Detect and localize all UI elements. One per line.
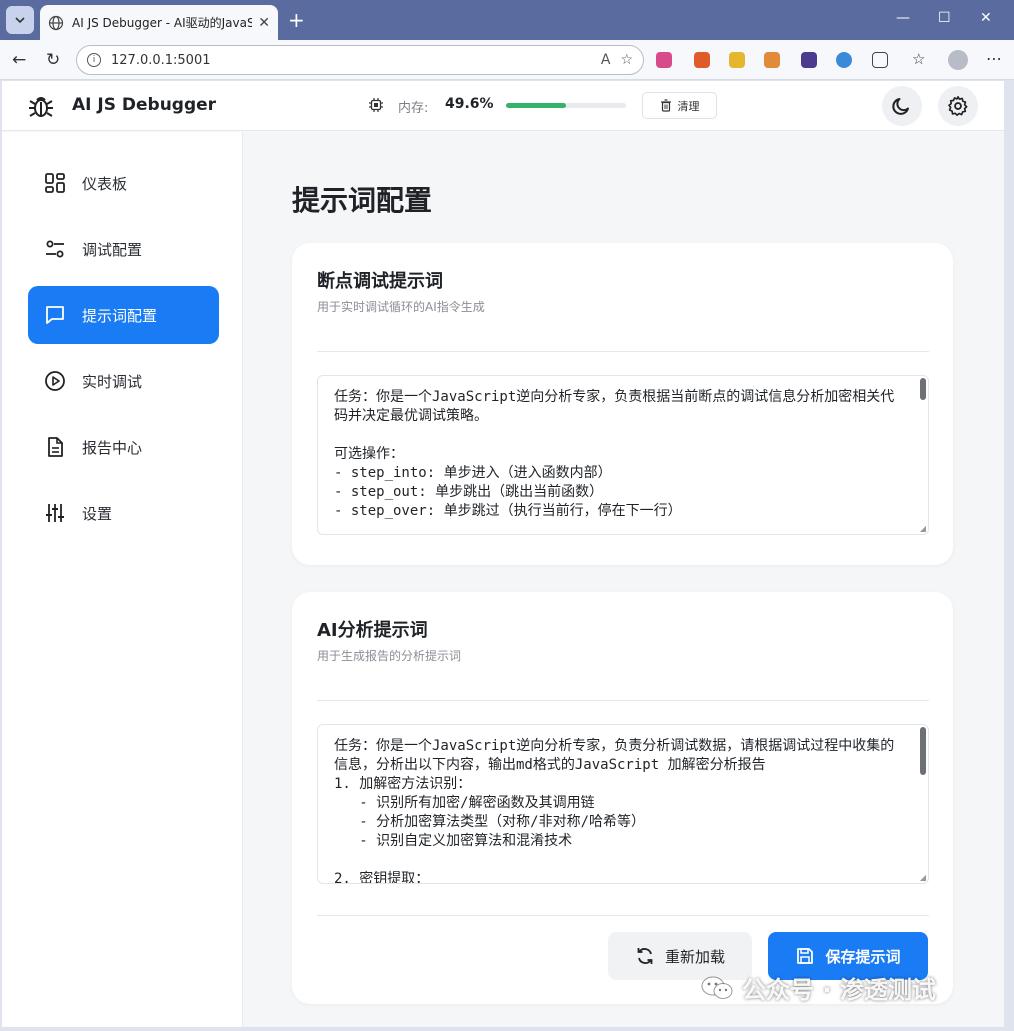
resize-handle-icon[interactable]: ◢	[920, 873, 926, 882]
extension-icon[interactable]	[729, 52, 745, 68]
info-icon[interactable]: i	[87, 53, 101, 67]
theme-toggle-button[interactable]	[882, 86, 922, 126]
card-subtitle: 用于生成报告的分析提示词	[317, 649, 462, 663]
profile-avatar[interactable]	[948, 50, 968, 70]
app-window: AI JS Debugger 内存: 49.6% 清理 仪表板 调试配置 提示词…	[2, 81, 1004, 1027]
wechat-icon	[701, 976, 733, 999]
save-label: 保存提示词	[825, 947, 901, 966]
browser-tab[interactable]: AI JS Debugger - AI驱动的JavaScr ✕	[40, 5, 278, 40]
refresh-icon[interactable]: ↻	[46, 50, 60, 70]
ai-analysis-prompt-card: AI分析提示词 用于生成报告的分析提示词 任务：你是一个JavaScript逆向…	[292, 592, 953, 1004]
globe-icon	[48, 15, 64, 30]
extension-icon[interactable]	[656, 52, 672, 68]
sidebar-item-label: 提示词配置	[82, 306, 158, 325]
minimize-icon[interactable]: —	[896, 10, 910, 26]
play-circle-icon	[45, 371, 65, 391]
settings-sliders-icon	[46, 504, 64, 522]
card-title: 断点调试提示词	[317, 271, 443, 292]
new-tab-button[interactable]: +	[288, 8, 305, 32]
page-title: 提示词配置	[292, 184, 433, 217]
maximize-icon[interactable]: ☐	[938, 10, 951, 26]
sidebar-item-prompt-config[interactable]: 提示词配置	[28, 286, 219, 344]
close-window-icon[interactable]: ✕	[980, 10, 992, 26]
watermark: 公众号 · 渗透测试	[700, 970, 936, 1005]
favorite-star-icon[interactable]: ☆	[620, 52, 633, 68]
sidebar-item-label: 仪表板	[82, 174, 128, 193]
clear-memory-label: 清理	[677, 99, 700, 113]
refresh-icon	[637, 948, 653, 964]
reload-label: 重新加载	[664, 947, 725, 966]
close-tab-icon[interactable]: ✕	[258, 15, 270, 31]
divider	[317, 351, 929, 352]
sidebar-item-dashboard[interactable]: 仪表板	[28, 154, 219, 212]
trash-icon	[660, 99, 671, 112]
extensions-puzzle-icon[interactable]	[872, 52, 888, 68]
memory-value: 49.6%	[445, 96, 494, 112]
chevron-down-icon	[15, 17, 25, 24]
browser-toolbar: ← ↻ i 127.0.0.1:5001 A ☆ ☆ ⋯	[0, 40, 1014, 80]
favorites-icon[interactable]: ☆	[912, 50, 928, 68]
address-bar[interactable]: i 127.0.0.1:5001 A ☆	[76, 45, 644, 75]
divider	[317, 915, 929, 916]
clear-memory-button[interactable]: 清理	[642, 92, 717, 119]
gear-icon	[948, 96, 968, 116]
tab-actions-button[interactable]	[6, 6, 34, 34]
extension-icon[interactable]	[801, 52, 817, 68]
sidebar-item-live-debug[interactable]: 实时调试	[28, 352, 219, 410]
cpu-icon	[369, 98, 383, 112]
sidebar-item-debug-config[interactable]: 调试配置	[28, 220, 219, 278]
more-menu-icon[interactable]: ⋯	[986, 49, 1002, 68]
scrollbar[interactable]	[920, 378, 926, 400]
ai-analysis-prompt-textarea[interactable]: 任务：你是一个JavaScript逆向分析专家，负责分析调试数据，请根据调试过程…	[317, 724, 929, 884]
sidebar-item-settings[interactable]: 设置	[28, 484, 219, 542]
extension-icon[interactable]	[764, 52, 780, 68]
resize-handle-icon[interactable]: ◢	[920, 524, 926, 533]
back-icon[interactable]: ←	[12, 50, 26, 70]
memory-progress-bar	[506, 103, 626, 108]
app-header: AI JS Debugger 内存: 49.6% 清理	[2, 81, 1004, 131]
extension-icon[interactable]	[836, 52, 852, 68]
bug-icon	[29, 97, 53, 117]
sidebar: 仪表板 调试配置 提示词配置 实时调试 报告中心 设置	[2, 132, 243, 1027]
read-aloud-icon[interactable]: A	[601, 52, 611, 68]
browser-tabbar: AI JS Debugger - AI驱动的JavaScr ✕ + — ☐ ✕	[0, 0, 1014, 40]
url-text: 127.0.0.1:5001	[111, 52, 211, 68]
sidebar-item-label: 调试配置	[82, 240, 143, 259]
memory-label: 内存:	[398, 101, 429, 116]
dashboard-icon	[45, 173, 65, 193]
card-title: AI分析提示词	[317, 620, 428, 641]
breakpoint-prompt-card: 断点调试提示词 用于实时调试循环的AI指令生成 任务：你是一个JavaScrip…	[292, 243, 953, 565]
save-icon	[797, 948, 814, 964]
breakpoint-prompt-textarea[interactable]: 任务：你是一个JavaScript逆向分析专家，负责根据当前断点的调试信息分析加…	[317, 375, 929, 535]
scrollbar[interactable]	[920, 727, 926, 775]
app-name: AI JS Debugger	[72, 95, 217, 115]
card-subtitle: 用于实时调试循环的AI指令生成	[317, 300, 485, 314]
sidebar-item-reports[interactable]: 报告中心	[28, 418, 219, 476]
sliders-icon	[46, 240, 64, 258]
sidebar-item-label: 设置	[82, 504, 113, 523]
sidebar-item-label: 实时调试	[82, 372, 143, 391]
extension-icon[interactable]	[694, 52, 710, 68]
message-icon	[46, 306, 64, 324]
document-icon	[48, 437, 63, 457]
sidebar-item-label: 报告中心	[82, 438, 143, 457]
tab-title: AI JS Debugger - AI驱动的JavaScr	[72, 16, 253, 30]
settings-button[interactable]	[938, 86, 978, 126]
prompt-text: 任务：你是一个JavaScript逆向分析专家，负责分析调试数据，请根据调试过程…	[334, 738, 895, 884]
divider	[317, 700, 929, 701]
watermark-text: 公众号 · 渗透测试	[742, 976, 936, 1004]
prompt-text: 任务：你是一个JavaScript逆向分析专家，负责根据当前断点的调试信息分析加…	[334, 389, 895, 519]
moon-icon	[892, 98, 909, 115]
memory-progress-fill	[506, 103, 566, 108]
